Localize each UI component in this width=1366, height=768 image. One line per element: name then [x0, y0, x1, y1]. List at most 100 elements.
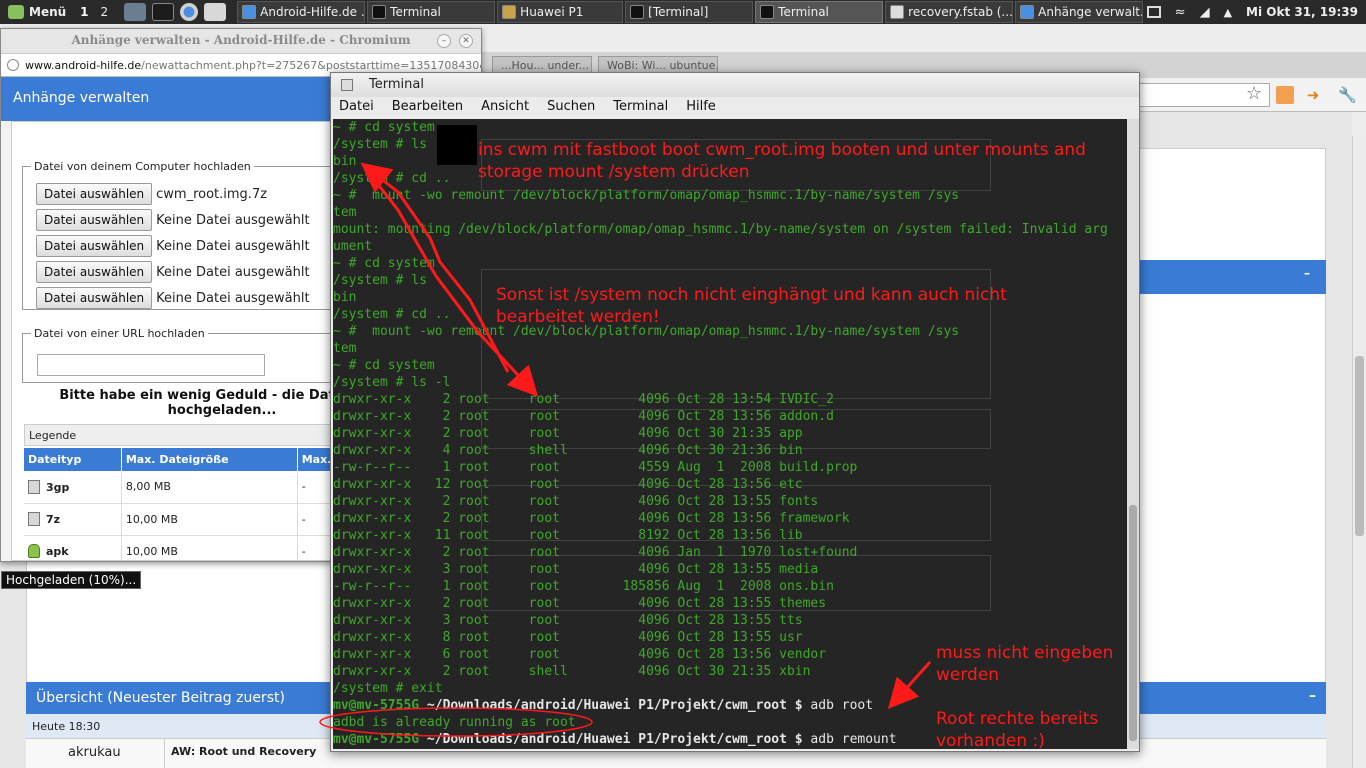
arrow-extension-icon[interactable]: ➜	[1304, 86, 1322, 104]
file-row-name: Keine Datei ausgewählt	[156, 264, 310, 280]
menu-button[interactable]: Menü	[0, 0, 74, 24]
taskbar-item-label: Anhänge verwalt...	[1038, 5, 1144, 19]
clock[interactable]: Mi Okt 31, 19:39	[1246, 5, 1358, 19]
workspace-2[interactable]: 2	[95, 5, 115, 19]
terminal-titlebar[interactable]: Terminal	[331, 73, 1139, 97]
terminal-line: drwxr-xr-x 2 root root 4096 Oct 28 13:56…	[333, 409, 834, 424]
bookmark-star-icon[interactable]: ☆	[1246, 83, 1262, 104]
terminal-line: -rw-r--r-- 1 root root 4559 Aug 1 2008 b…	[333, 460, 858, 475]
file-row-1: Datei auswählen cwm_root.img.7z	[36, 183, 267, 205]
prompt-command: adb remount	[802, 732, 897, 747]
computer-upload-legend: Datei von deinem Computer hochladen	[34, 160, 251, 173]
page-icon	[7, 59, 19, 71]
choose-file-button[interactable]: Datei auswählen	[36, 261, 153, 283]
prompt-path: ~/Downloads/android/Huawei P1/Projekt/cw…	[419, 732, 803, 747]
page-action-icon[interactable]	[1276, 86, 1294, 104]
wifi-icon[interactable]: ≈	[1175, 5, 1186, 20]
upload-url-input[interactable]	[37, 354, 265, 376]
file-row-name: cwm_root.img.7z	[156, 186, 268, 202]
taskbar-item-label: recovery.fstab (...	[908, 5, 1013, 19]
collapse-icon[interactable]: –	[1304, 266, 1310, 280]
file-row-2: Datei auswählen Keine Datei ausgewählt	[36, 209, 310, 231]
menu-bearbeiten[interactable]: Bearbeiten	[392, 99, 463, 119]
terminal-line: drwxr-xr-x 2 root root 4096 Oct 28 13:55…	[333, 494, 819, 509]
terminal-line: drwxr-xr-x 4 root shell 4096 Oct 30 21:3…	[333, 443, 803, 458]
video-file-icon	[28, 479, 40, 494]
taskbar-item[interactable]: Terminal	[367, 1, 496, 23]
wrench-icon[interactable]: 🔧	[1338, 86, 1357, 104]
terminal-line: /system # ls -l	[333, 375, 451, 390]
folder-icon	[502, 5, 517, 19]
terminal-launcher-icon[interactable]	[152, 3, 175, 21]
terminal-icon	[372, 5, 387, 19]
col-dateityp: Dateityp	[24, 448, 122, 471]
taskbar-item[interactable]: Terminal	[755, 1, 884, 23]
post-title[interactable]: AW: Root und Recovery	[164, 739, 322, 768]
terminal-line: tem	[333, 205, 357, 220]
chromium-launcher-icon[interactable]	[180, 3, 199, 21]
menu-suchen[interactable]: Suchen	[547, 99, 595, 119]
taskbar-item[interactable]: Android-Hilfe.de ...	[237, 1, 366, 23]
menu-terminal[interactable]: Terminal	[613, 99, 668, 119]
terminal-line: -rw-r--r-- 1 root root 185856 Aug 1 2008…	[333, 579, 834, 594]
choose-file-button[interactable]: Datei auswählen	[36, 209, 153, 231]
file-manager-launcher-icon[interactable]	[204, 3, 227, 21]
choose-file-button[interactable]: Datei auswählen	[36, 235, 153, 257]
terminal-line: ~ # cd system	[333, 256, 435, 271]
taskbar-item-label: Huawei P1	[520, 5, 584, 19]
notifications-icon[interactable]: ▲	[1224, 6, 1232, 19]
terminal-line: drwxr-xr-x 3 root root 4096 Oct 28 13:55…	[333, 562, 819, 577]
terminal-icon	[760, 5, 775, 19]
minimize-button[interactable]: –	[437, 34, 451, 48]
terminal-scrollbar[interactable]	[1127, 119, 1139, 749]
prompt-user: mv@mv-5755G	[333, 732, 420, 747]
terminal-title: Terminal	[369, 77, 424, 92]
page-scrollbar-thumb[interactable]	[1355, 356, 1364, 536]
mint-logo-icon	[8, 5, 24, 19]
terminal-line: ument	[333, 239, 373, 254]
type-cell: 7z	[24, 503, 122, 536]
taskbar-item[interactable]: recovery.fstab (...	[885, 1, 1014, 23]
section-header-bar	[1136, 260, 1326, 294]
file-row-name: Keine Datei ausgewählt	[156, 212, 310, 228]
system-tray: ≈ ◢ ▲ Mi Okt 31, 19:39	[1146, 0, 1366, 24]
terminal-window-icon	[341, 79, 353, 91]
menu-hilfe[interactable]: Hilfe	[686, 99, 716, 119]
file-row-name: Keine Datei ausgewählt	[156, 290, 310, 306]
choose-file-button[interactable]: Datei auswählen	[36, 287, 153, 309]
prompt-user: mv@mv-5755G	[333, 698, 420, 713]
url-upload-legend: Datei von einer URL hochladen	[34, 327, 205, 340]
taskbar-item-label: [Terminal]	[648, 5, 709, 19]
taskbar-item[interactable]: [Terminal]	[625, 1, 754, 23]
volume-icon[interactable]: ◢	[1200, 5, 1210, 20]
type-name: 7z	[46, 513, 61, 526]
terminal-line: drwxr-xr-x 2 root root 4096 Oct 30 21:35…	[333, 426, 803, 441]
show-desktop-icon[interactable]	[124, 3, 147, 21]
page-scrollbar[interactable]	[1352, 136, 1366, 768]
workspace-1[interactable]: 1	[74, 5, 94, 19]
file-row-5: Datei auswählen Keine Datei ausgewählt	[36, 287, 310, 309]
menu-datei[interactable]: Datei	[339, 99, 374, 119]
url-host: www.android-hilfe.de	[25, 59, 142, 72]
terminal-scrollbar-thumb[interactable]	[1129, 505, 1137, 741]
size-cell: 10,00 MB	[121, 535, 298, 560]
network-off-icon[interactable]	[1146, 6, 1161, 18]
archive-file-icon	[28, 512, 40, 526]
type-name: apk	[46, 545, 69, 558]
upload-progress-tooltip: Hochgeladen (10%)...	[1, 571, 142, 589]
terminal-line: mount: mounting /dev/block/platform/omap…	[333, 222, 1108, 237]
terminal-line: drwxr-xr-x 2 root root 4096 Oct 28 13:56…	[333, 511, 850, 526]
close-button[interactable]: ✕	[459, 34, 473, 48]
type-cell: apk	[24, 535, 122, 560]
chromium-icon	[1020, 5, 1035, 19]
taskbar-item[interactable]: Huawei P1	[497, 1, 624, 23]
annotation-cwm-instructions: ins cwm mit fastboot boot cwm_root.img b…	[478, 140, 1086, 182]
taskbar-item-label: Terminal	[390, 5, 441, 19]
taskbar-item[interactable]: Anhänge verwalt...	[1015, 1, 1144, 23]
menu-ansicht[interactable]: Ansicht	[481, 99, 529, 119]
terminal-line: drwxr-xr-x 2 root root 4096 Oct 28 13:55…	[333, 596, 827, 611]
post-author[interactable]: akrukau	[68, 745, 121, 760]
terminal-line: drwxr-xr-x 2 root root 4096 Oct 28 13:54…	[333, 392, 834, 407]
overview-collapse-icon[interactable]: –	[1309, 688, 1316, 704]
choose-file-button[interactable]: Datei auswählen	[36, 183, 153, 205]
